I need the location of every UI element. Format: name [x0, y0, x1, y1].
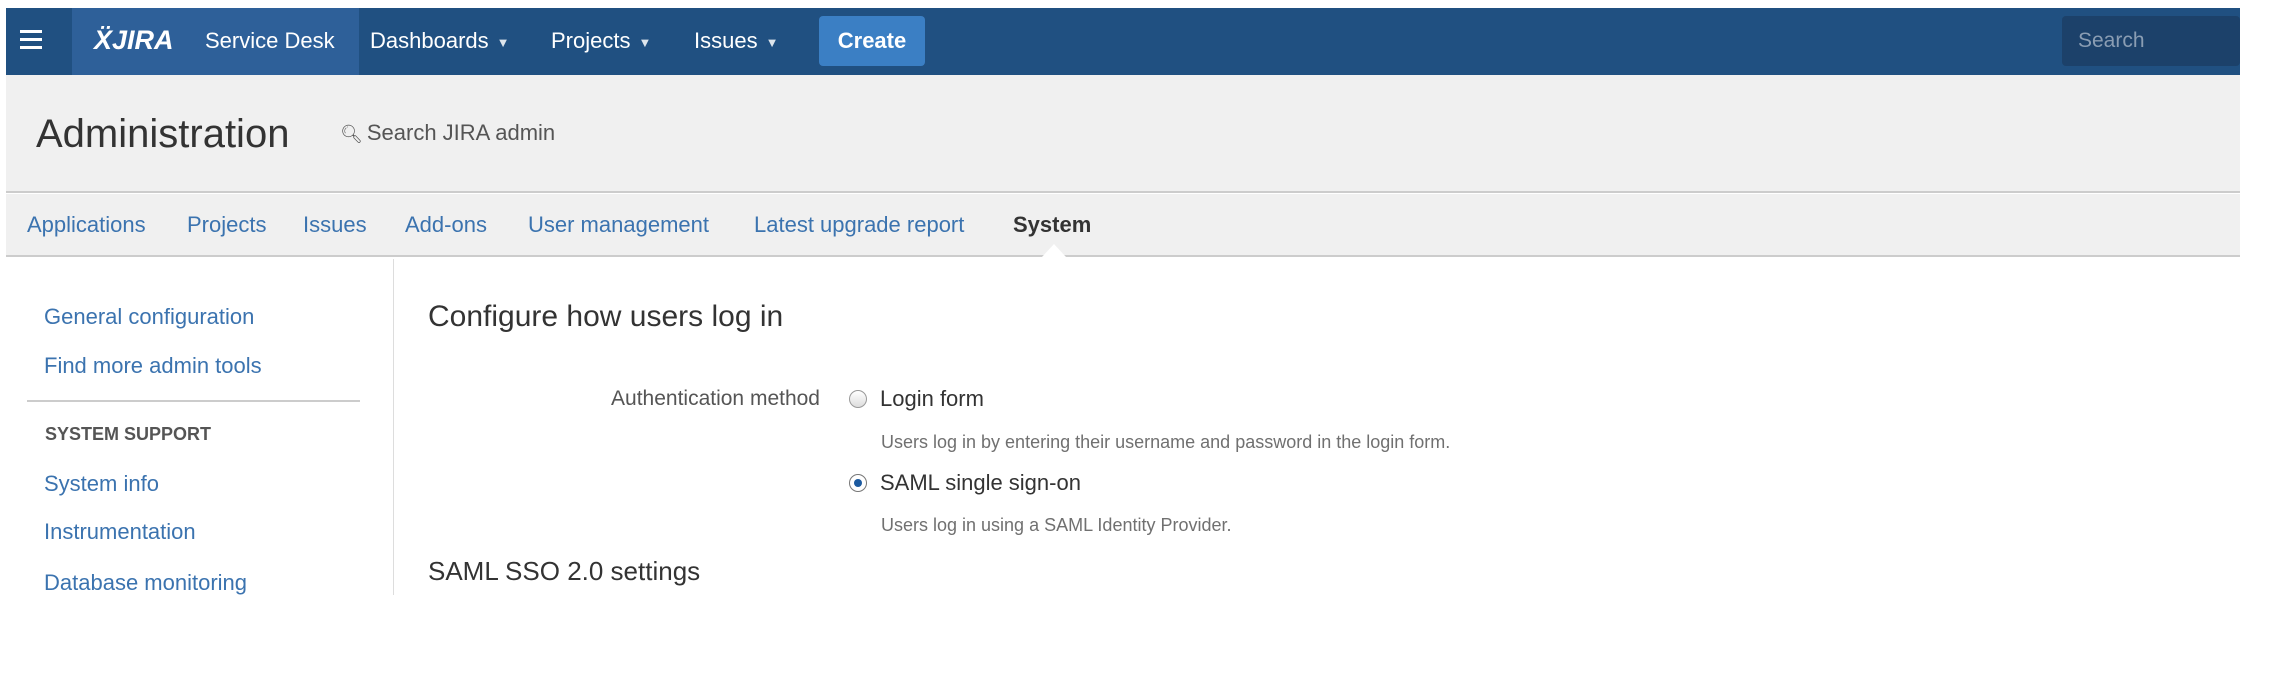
create-button[interactable]: Create: [819, 16, 925, 66]
search-icon: 🔍︎: [340, 124, 363, 144]
tab-projects[interactable]: Projects: [187, 212, 266, 238]
search-input[interactable]: Search: [2062, 16, 2240, 66]
tab-applications[interactable]: Applications: [27, 212, 146, 238]
option-login-form-description: Users log in by entering their username …: [881, 432, 1451, 452]
jira-logo: ẌJIRA: [94, 25, 174, 55]
tab-add-ons[interactable]: Add-ons: [405, 212, 487, 238]
top-navbar: ẌJIRA Service Desk Dashboards ▼ Projects ▼…: [6, 8, 2240, 75]
nav-projects[interactable]: Projects ▼: [551, 28, 651, 54]
radio-saml-sso[interactable]: [849, 474, 867, 492]
main-title: Configure how users log in: [428, 300, 784, 333]
admin-search-label: Search JIRA admin: [366, 120, 556, 145]
sidebar-divider: [393, 259, 394, 595]
sidebar-item-database-monitoring[interactable]: Database monitoring: [44, 570, 247, 596]
sidebar-section-title: SYSTEM SUPPORT: [45, 424, 212, 444]
chevron-down-icon: ▼: [765, 34, 779, 50]
option-saml-sso-label[interactable]: SAML single sign-on: [880, 470, 1081, 496]
active-tab-indicator: [1042, 244, 1066, 257]
sidebar-item-system-info[interactable]: System info: [44, 471, 159, 497]
sidebar-item-find-more-admin-tools[interactable]: Find more admin tools: [44, 353, 262, 379]
sidebar-separator: [27, 400, 360, 402]
nav-dashboards[interactable]: Dashboards ▼: [370, 28, 510, 54]
product-name: Service Desk: [205, 28, 335, 53]
option-login-form-label[interactable]: Login form: [880, 386, 984, 412]
menu-icon[interactable]: [20, 30, 42, 49]
admin-tabs: Applications Projects Issues Add-ons Use…: [6, 194, 2240, 257]
saml-settings-heading: SAML SSO 2.0 settings: [428, 556, 701, 586]
radio-login-form[interactable]: [849, 390, 867, 408]
jira-logo-link[interactable]: ẌJIRA Service Desk: [72, 8, 359, 75]
page-title: Administration: [36, 112, 290, 156]
radio-selected-dot: [854, 479, 862, 487]
sidebar-item-instrumentation[interactable]: Instrumentation: [44, 519, 196, 545]
tab-issues[interactable]: Issues: [303, 212, 367, 238]
nav-issues[interactable]: Issues ▼: [694, 28, 778, 54]
logo-icon: Ẍ: [94, 25, 113, 55]
nav-label: Issues: [694, 28, 758, 53]
admin-search[interactable]: 🔍︎ Search JIRA admin: [340, 120, 555, 146]
tab-user-management[interactable]: User management: [528, 212, 709, 238]
authentication-method-label: Authentication method: [611, 387, 820, 410]
option-saml-sso-description: Users log in using a SAML Identity Provi…: [881, 515, 1232, 535]
chevron-down-icon: ▼: [638, 34, 652, 50]
tab-system[interactable]: System: [1013, 212, 1091, 238]
sidebar-item-general-configuration[interactable]: General configuration: [44, 304, 254, 330]
admin-header: Administration 🔍︎ Search JIRA admin: [6, 75, 2240, 193]
nav-label: Dashboards: [370, 28, 489, 53]
tab-latest-upgrade-report[interactable]: Latest upgrade report: [754, 212, 964, 238]
nav-label: Projects: [551, 28, 631, 53]
chevron-down-icon: ▼: [496, 34, 510, 50]
